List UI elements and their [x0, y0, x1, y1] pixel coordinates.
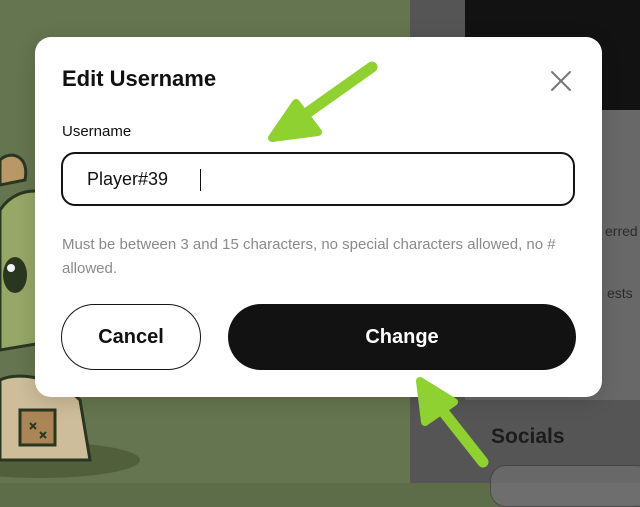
helper-text: Must be between 3 and 15 characters, no … — [62, 236, 556, 277]
username-label: Username — [62, 123, 132, 140]
close-button[interactable] — [547, 67, 575, 95]
cancel-button[interactable]: Cancel — [61, 304, 201, 370]
edit-username-dialog: Edit Username Username Must be between 3… — [35, 37, 602, 397]
username-field[interactable] — [61, 152, 575, 206]
text-caret — [200, 169, 201, 191]
username-input[interactable] — [87, 154, 557, 204]
close-icon — [551, 71, 571, 91]
dialog-title: Edit Username — [62, 66, 217, 91]
change-button[interactable]: Change — [228, 304, 576, 370]
